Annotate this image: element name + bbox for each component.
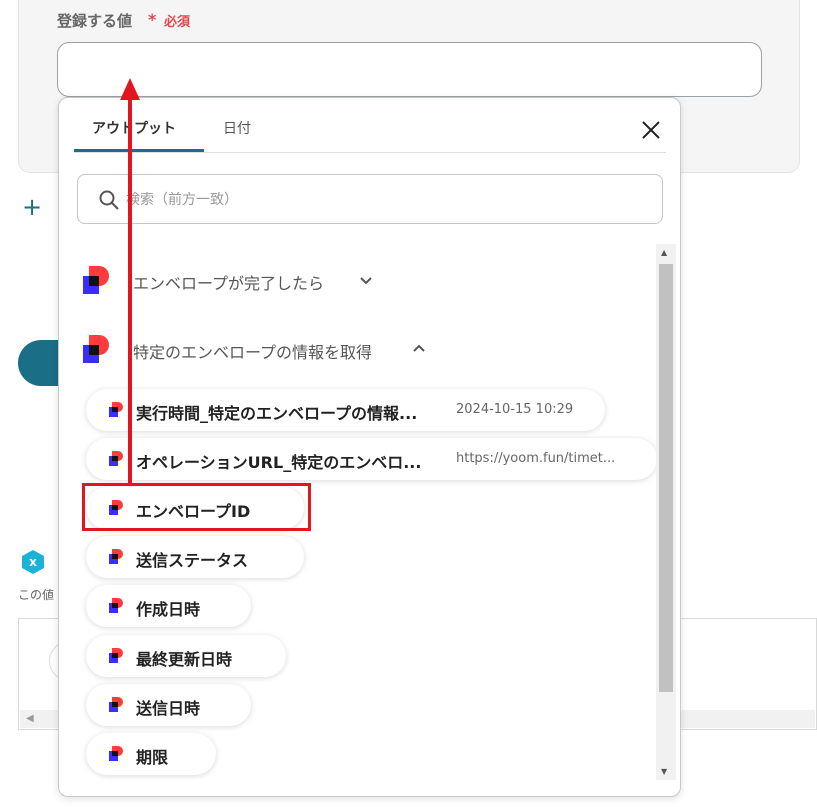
section-label: 特定のエンベロープの情報を取得 [133, 343, 373, 362]
app-icon [109, 598, 123, 613]
search-input[interactable] [126, 187, 646, 213]
vertical-scrollbar[interactable]: ▲ ▼ [656, 244, 676, 780]
scroll-up-icon[interactable]: ▲ [661, 248, 667, 257]
output-item-label: 送信日時 [136, 699, 201, 718]
chevron-down-icon[interactable] [358, 272, 374, 288]
scrollbar-thumb[interactable] [659, 264, 673, 692]
close-icon[interactable] [639, 118, 663, 142]
output-item[interactable]: 送信ステータス [86, 536, 304, 578]
required-text: 必須 [164, 15, 191, 30]
app-icon [109, 402, 123, 417]
output-item-label: 送信ステータス [136, 551, 249, 570]
app-icon [109, 549, 123, 564]
section-label: エンベロープが完了したら [133, 274, 325, 293]
tab-date[interactable]: 日付 [223, 118, 251, 138]
output-item-label: オペレーションURL_特定のエンベロ... [136, 453, 422, 472]
value-input[interactable] [57, 42, 762, 97]
required-mark: * [148, 10, 157, 29]
field-label: 登録する値 [57, 12, 133, 30]
output-item-label: 最終更新日時 [136, 650, 233, 669]
search-icon [99, 190, 119, 210]
app-icon [109, 451, 123, 466]
screen: 登録する値 * 必須 + x この値 ◀ アウトプット 日付 検索（前方一致） … [0, 0, 817, 807]
app-icon [83, 335, 109, 363]
output-item-value: 2024-10-15 10:29 [456, 402, 574, 417]
output-picker-popup: アウトプット 日付 エンベロープが完了したら [58, 97, 681, 797]
output-item-label: 実行時間_特定のエンベロープの情報... [136, 404, 418, 423]
search-box[interactable] [77, 174, 663, 224]
output-item-label: 作成日時 [136, 600, 201, 619]
app-icon [109, 746, 123, 761]
scroll-left-icon[interactable]: ◀ [26, 713, 34, 724]
annotation-highlight-box [82, 483, 311, 531]
tab-bar: アウトプット 日付 [59, 98, 680, 154]
badge-icon: x [22, 550, 44, 574]
app-icon [109, 697, 123, 712]
chevron-up-icon[interactable] [411, 341, 427, 357]
output-item[interactable]: 期限 [86, 733, 216, 775]
app-icon [83, 266, 109, 294]
svg-text:x: x [29, 555, 37, 569]
output-item[interactable]: 作成日時 [86, 585, 251, 627]
output-item[interactable]: 最終更新日時 [86, 635, 286, 677]
scroll-down-icon[interactable]: ▼ [661, 767, 667, 776]
background-hint: この値 [18, 588, 55, 602]
plus-icon[interactable]: + [22, 192, 42, 222]
output-item[interactable]: オペレーションURL_特定のエンベロ... https://yoom.fun/t… [86, 438, 657, 480]
output-item[interactable]: 実行時間_特定のエンベロープの情報... 2024-10-15 10:29 [86, 389, 605, 431]
tab-output[interactable]: アウトプット [92, 118, 176, 138]
app-icon [109, 648, 123, 663]
output-item-value: https://yoom.fun/timet... [456, 451, 616, 466]
section-get-envelope-info[interactable]: 特定のエンベロープの情報を取得 [81, 329, 441, 369]
section-envelope-completed[interactable]: エンベロープが完了したら [81, 260, 401, 300]
output-item[interactable]: 送信日時 [86, 684, 251, 726]
tab-divider [74, 152, 666, 153]
output-item-label: 期限 [136, 748, 169, 767]
